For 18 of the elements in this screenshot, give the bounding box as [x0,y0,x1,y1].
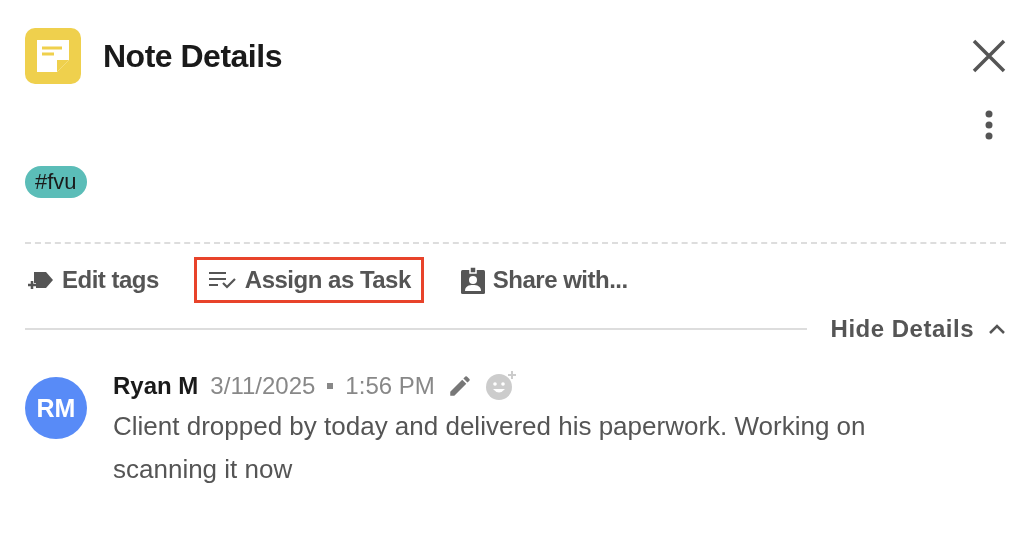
tag-plus-icon [28,269,54,291]
close-icon[interactable] [972,39,1006,73]
checklist-icon [208,271,237,289]
window-title: Note Details [103,37,283,75]
share-button[interactable]: Share with... [445,257,641,303]
comment-text: Client dropped by today and delivered his paperwork. Working on scanning it now [113,410,867,486]
hide-details-toggle[interactable]: Hide Details [830,315,1006,343]
chevron-icon [988,323,1006,335]
badge-person-icon [460,266,485,294]
tag-chip[interactable]: #fvu [25,166,87,198]
comment-date: 3/11/2025 [210,372,316,400]
user-avatar: RM [25,377,87,439]
author-name: Ryan M [113,372,199,400]
edit-tags-button[interactable]: Edit tags [13,257,172,303]
note-app-icon [25,28,81,84]
more-options-icon[interactable] [984,110,994,140]
comment-time: 1:56 PM [345,372,435,400]
assign-task-button[interactable]: Assign as Task [193,257,424,303]
